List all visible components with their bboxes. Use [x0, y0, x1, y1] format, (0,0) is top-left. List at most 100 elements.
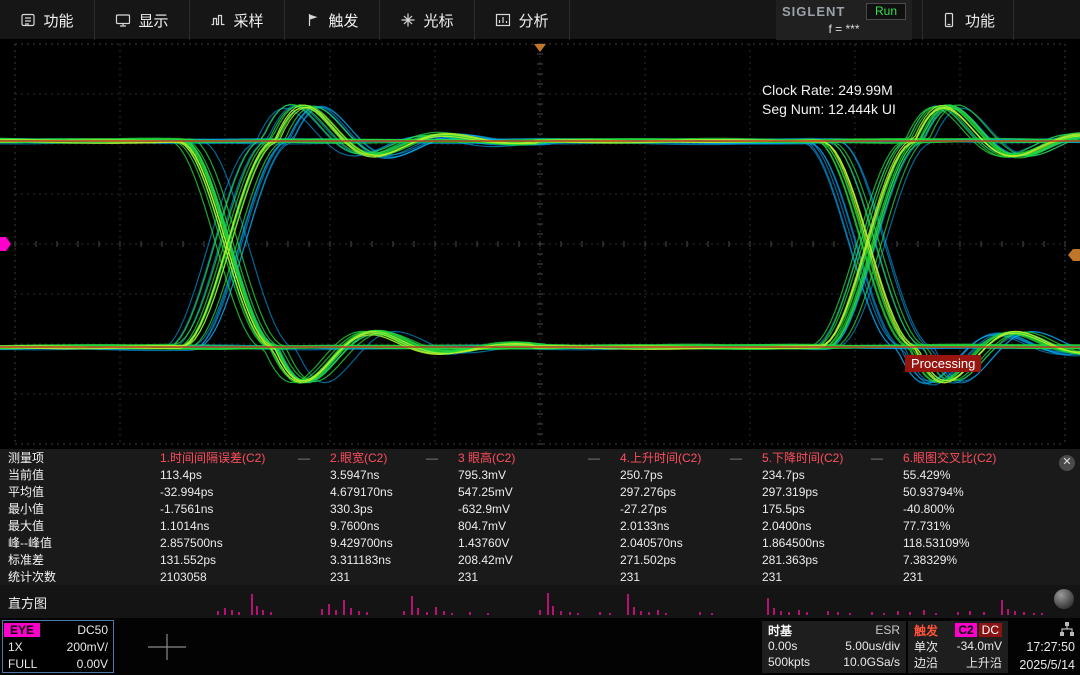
lan-icon[interactable]: [1059, 620, 1075, 638]
crosshair-icon: [148, 632, 186, 662]
siglent-logo: SIGLENT: [782, 4, 845, 19]
timebase-delay: 0.00s: [768, 639, 797, 653]
run-status-button[interactable]: Run: [866, 3, 906, 20]
channel-position-marker[interactable]: [0, 237, 11, 251]
histogram-bar: [883, 613, 884, 615]
histogram-bar: [238, 612, 239, 615]
histogram-bar: [909, 612, 910, 615]
measurement-value: 9.429700ns: [322, 536, 450, 550]
histogram-handle-icon[interactable]: [1054, 589, 1074, 609]
histogram-bar: [358, 611, 359, 615]
trigger-level: -34.0mV: [957, 639, 1002, 653]
histogram-bar: [699, 612, 700, 615]
measurement-row-label: 最大值: [0, 517, 152, 534]
measurement-value: 231: [612, 570, 754, 584]
measurement-column-header[interactable]: 4.上升时间(C2)—: [612, 449, 754, 466]
histogram-bar: [366, 612, 367, 615]
histogram-bar: [1014, 611, 1015, 615]
clock-rate-annotation: Clock Rate: 249.99M: [762, 82, 893, 98]
measurement-column-header[interactable]: 6.眼图交叉比(C2): [895, 449, 1080, 466]
function-icon: [20, 12, 36, 28]
menu-item-label: 分析: [518, 10, 548, 31]
trigger-delay-marker[interactable]: [534, 44, 546, 52]
histogram-bar: [640, 611, 641, 615]
column-header-label: 5.下降时间(C2): [762, 449, 843, 466]
trigger-coupling-badge: DC: [979, 623, 1002, 637]
histogram-bar: [577, 613, 578, 615]
timebase-mode: ESR: [875, 623, 900, 637]
column-header-label: 4.上升时间(C2): [620, 449, 701, 466]
processing-badge: Processing: [905, 355, 981, 372]
timebase-box[interactable]: 时基 ESR 0.00s 5.00us/div 500kpts 10.0GSa/…: [762, 621, 906, 673]
menu-item-utility[interactable]: 功能: [922, 0, 1014, 40]
measurement-column-header[interactable]: 1.时间间隔误差(C2)—: [152, 449, 322, 466]
histogram-bar: [256, 606, 257, 615]
measurement-table-title: 测量项: [0, 449, 152, 466]
histogram-bar: [871, 612, 872, 615]
menu-item-function[interactable]: 功能: [0, 0, 95, 40]
histogram-bar: [270, 612, 271, 615]
histogram-bar: [487, 613, 488, 615]
histogram-bar: [262, 610, 263, 615]
histogram-bar: [443, 611, 444, 615]
system-time: 17:27:50: [1026, 638, 1075, 656]
histogram-bar: [648, 612, 649, 615]
histogram-bar: [539, 610, 540, 615]
measurement-value: 234.7ps: [754, 468, 895, 482]
measurement-value: 3.311183ns: [322, 553, 450, 567]
measurement-value: 297.276ps: [612, 485, 754, 499]
histogram-bar: [547, 593, 548, 615]
measurement-row-label: 峰--峰值: [0, 534, 152, 551]
measurement-value: -632.9mV: [450, 502, 612, 516]
seg-num-annotation: Seg Num: 12.444k UI: [762, 101, 896, 117]
trigger-level-marker[interactable]: [1068, 249, 1080, 261]
measurement-value: 231: [450, 570, 612, 584]
histogram-row: 直方图: [0, 585, 1080, 618]
measurement-value: 1.864500ns: [754, 536, 895, 550]
histogram-bar: [417, 608, 418, 615]
column-separator: —: [588, 451, 600, 465]
measurement-value: 1.43760V: [450, 536, 612, 550]
channel-probe: 1X: [8, 640, 23, 654]
menu-item-acquire[interactable]: 采样: [190, 0, 285, 40]
measurement-value: 2.0400ns: [754, 519, 895, 533]
measurement-panel: 测量项1.时间间隔误差(C2)—2.眼宽(C2)—3 眼高(C2)—4.上升时间…: [0, 449, 1080, 585]
histogram-bar: [837, 612, 838, 615]
measurement-row-label: 最小值: [0, 500, 152, 517]
timebase-scale: 5.00us/div: [845, 639, 900, 653]
histogram-bar: [552, 606, 553, 615]
frequency-readout: f = ***: [782, 22, 906, 38]
menu-item-display[interactable]: 显示: [95, 0, 190, 40]
waveform-area[interactable]: Clock Rate: 249.99M Seg Num: 12.444k UI …: [0, 40, 1080, 448]
histogram-bar: [569, 612, 570, 615]
analysis-icon: [495, 12, 511, 28]
histogram-bar: [1007, 609, 1008, 615]
measurement-column-header[interactable]: 2.眼宽(C2)—: [322, 449, 450, 466]
histogram-bar: [1001, 600, 1002, 615]
menu-item-label: 显示: [138, 10, 168, 31]
histogram-bar: [788, 612, 789, 615]
trigger-source-badge: C2: [955, 623, 976, 637]
measurement-value: 7.38329%: [895, 553, 1080, 567]
histogram-plot: [0, 585, 1080, 618]
measurement-value: 50.93794%: [895, 485, 1080, 499]
histogram-bar: [627, 594, 628, 615]
histogram-bar: [798, 610, 799, 615]
menu-item-trigger[interactable]: 触发: [285, 0, 380, 40]
histogram-bar: [451, 613, 452, 615]
menu-item-analysis[interactable]: 分析: [475, 0, 570, 40]
timebase-memory: 500kpts: [768, 655, 810, 669]
histogram-bar: [827, 611, 828, 615]
trigger-box[interactable]: 触发 C2 DC 单次 -34.0mV 边沿 上升沿: [908, 621, 1008, 673]
histogram-bar: [780, 611, 781, 615]
close-icon[interactable]: ✕: [1059, 455, 1075, 471]
oscilloscope-screen: 功能 显示 采样触发光标 分析 SIGLENT Run f = *** 功能 Cloc…: [0, 0, 1080, 675]
measurement-column-header[interactable]: 5.下降时间(C2)—: [754, 449, 895, 466]
histogram-bar: [1023, 612, 1024, 615]
measurement-column-header[interactable]: 3 眼高(C2)—: [450, 449, 612, 466]
histogram-bar: [560, 611, 561, 615]
menu-item-cursor[interactable]: 光标: [380, 0, 475, 40]
channel-scale: 200mV/: [67, 640, 108, 654]
measurement-value: 2.0133ns: [612, 519, 754, 533]
channel-descriptor-box[interactable]: EYE DC50 1X 200mV/ FULL 0.00V: [2, 620, 114, 673]
